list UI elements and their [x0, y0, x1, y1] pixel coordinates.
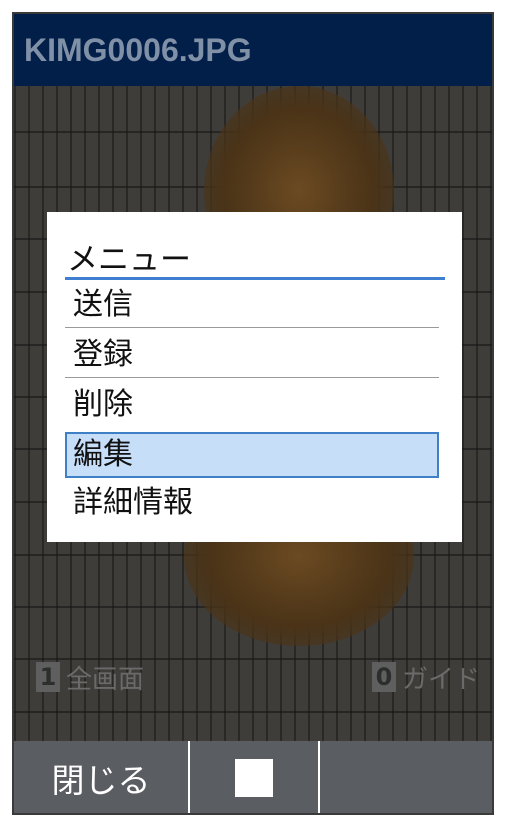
- menu-title-divider: [65, 277, 445, 280]
- key-1-icon: 1: [36, 662, 60, 692]
- key-0-icon: 0: [371, 662, 396, 692]
- softkey-bar: 閉じる: [14, 741, 492, 813]
- close-softkey-label: 閉じる: [51, 761, 151, 800]
- menu-item-details[interactable]: 詳細情報: [65, 480, 439, 526]
- fullscreen-hint[interactable]: 1 全画面: [36, 662, 144, 695]
- rug-stripe: [14, 711, 492, 713]
- title-bar: KIMG0006.JPG: [14, 14, 492, 86]
- right-softkey[interactable]: [320, 741, 492, 813]
- stop-icon: [235, 759, 273, 797]
- menu-item-send[interactable]: 送信: [65, 282, 439, 328]
- fullscreen-hint-label: 全画面: [66, 664, 145, 695]
- file-name-title: KIMG0006.JPG: [24, 32, 252, 68]
- guide-hint[interactable]: 0 ガイド: [371, 662, 480, 695]
- menu-item-delete[interactable]: 削除: [65, 382, 439, 428]
- close-softkey[interactable]: 閉じる: [14, 741, 190, 813]
- menu-title: メニュー: [67, 242, 191, 278]
- menu-dialog: メニュー 送信 登録 削除 編集 詳細情報: [47, 212, 462, 542]
- guide-hint-label: ガイド: [401, 664, 480, 695]
- menu-item-register[interactable]: 登録: [65, 332, 439, 378]
- menu-item-edit[interactable]: 編集: [65, 432, 439, 478]
- center-softkey[interactable]: [190, 741, 320, 813]
- phone-screen: KIMG0006.JPG 1 全画面 0 ガイド メニュー 送信 登録 削除 編…: [12, 12, 494, 815]
